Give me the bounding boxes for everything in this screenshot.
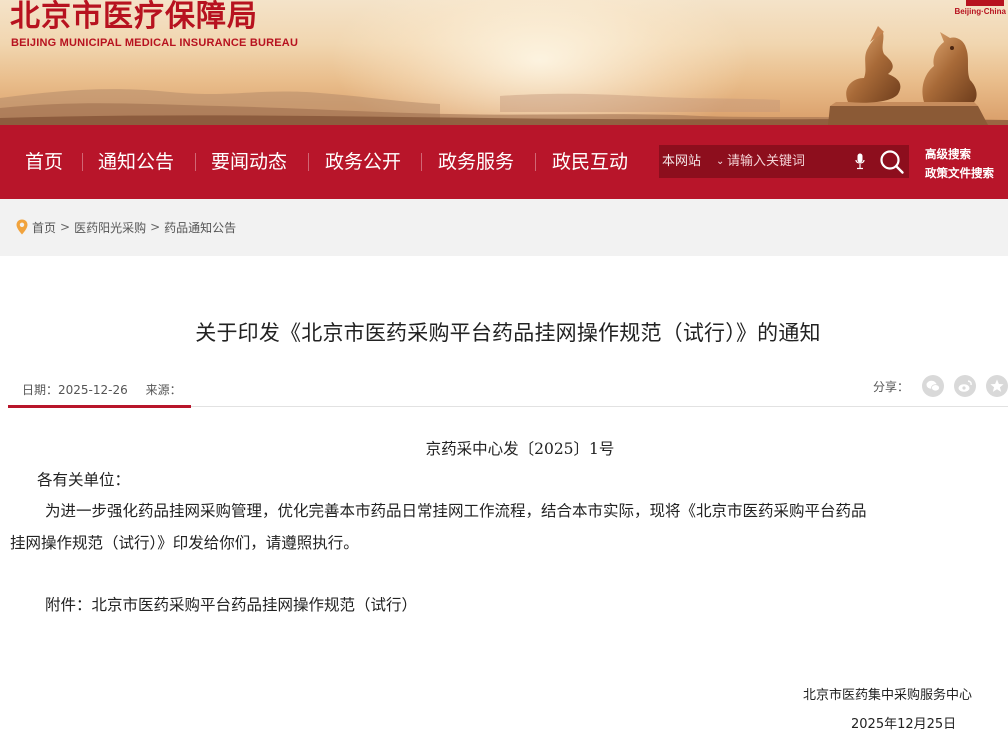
breadcrumb-procurement[interactable]: 医药阳光采购 <box>74 219 146 236</box>
star-icon[interactable] <box>986 375 1008 397</box>
attachment-link[interactable]: 附件：北京市医药采购平台药品挂网操作规范（试行） <box>45 593 417 615</box>
nav-item-interaction[interactable]: 政民互动 <box>552 148 628 176</box>
nav-divider <box>308 153 309 171</box>
nav-item-government-services[interactable]: 政务服务 <box>438 148 514 176</box>
search-input[interactable] <box>727 150 847 173</box>
nav-item-news[interactable]: 要闻动态 <box>211 148 287 176</box>
breadcrumb-separator: > <box>60 220 71 234</box>
share-label: 分享： <box>873 380 910 394</box>
nav-item-government-disclosure[interactable]: 政务公开 <box>325 148 401 176</box>
body-paragraph-line-1: 为进一步强化药品挂网采购管理，优化完善本市药品日常挂网工作流程，结合本市实际，现… <box>45 502 867 520</box>
advanced-search-link[interactable]: 高级搜索 <box>925 146 971 162</box>
article-date: 日期：2025-12-26 <box>22 383 128 397</box>
site-logo-title[interactable]: 北京市医疗保障局 <box>10 0 258 34</box>
meta-accent-underline <box>8 405 191 408</box>
article-source: 来源： <box>145 383 182 397</box>
chevron-down-icon[interactable]: ⌄ <box>716 145 724 178</box>
document-number: 京药采中心发〔2025〕1号 <box>425 440 615 458</box>
nav-divider <box>535 153 536 171</box>
breadcrumb-drug-notices[interactable]: 药品通知公告 <box>164 219 236 236</box>
policy-search-link[interactable]: 政策文件搜索 <box>925 165 994 181</box>
article-meta: 日期：2025-12-26 来源： <box>22 381 182 398</box>
nav-divider <box>421 153 422 171</box>
article-title: 关于印发《北京市医药采购平台药品挂网操作规范（试行）》的通知 <box>195 321 821 345</box>
body-paragraph-line-2: 挂网操作规范（试行）》印发给你们，请遵照执行。 <box>10 534 359 552</box>
beijing-china-mark <box>966 0 1004 6</box>
main-nav: 首页 通知公告 要闻动态 政务公开 政务服务 政民互动 本网站 ⌄ 高级搜索 政… <box>0 125 1008 199</box>
weibo-icon[interactable] <box>954 375 976 397</box>
signature-organization: 北京市医药集中采购服务中心 <box>803 688 973 703</box>
search-scope-select[interactable]: 本网站 <box>662 145 701 178</box>
bronze-statue-icon <box>828 26 988 125</box>
nav-divider <box>82 153 83 171</box>
breadcrumb-separator: > <box>150 220 161 234</box>
breadcrumb-bar: 首页 > 医药阳光采购 > 药品通知公告 <box>0 199 1008 256</box>
search-bar: 本网站 ⌄ <box>659 145 909 178</box>
breadcrumb-home[interactable]: 首页 <box>32 219 56 236</box>
salutation: 各有关单位： <box>37 471 131 489</box>
microphone-icon[interactable] <box>855 153 865 170</box>
nav-item-home[interactable]: 首页 <box>25 148 63 176</box>
signature-date: 2025年12月25日 <box>851 717 957 732</box>
search-icon[interactable] <box>879 149 905 175</box>
wechat-icon[interactable] <box>922 375 944 397</box>
breadcrumb: 首页 > 医药阳光采购 > 药品通知公告 <box>16 218 236 236</box>
beijing-china-text: Beijing·China <box>954 7 1006 16</box>
location-pin-icon <box>16 219 28 235</box>
header-banner: 北京市医疗保障局 BEIJING MUNICIPAL MEDICAL INSUR… <box>0 0 1008 125</box>
beijing-china-badge: Beijing·China <box>954 0 1008 18</box>
site-logo-subtitle: BEIJING MUNICIPAL MEDICAL INSURANCE BURE… <box>11 37 299 49</box>
nav-divider <box>195 153 196 171</box>
nav-item-notices[interactable]: 通知公告 <box>98 148 174 176</box>
